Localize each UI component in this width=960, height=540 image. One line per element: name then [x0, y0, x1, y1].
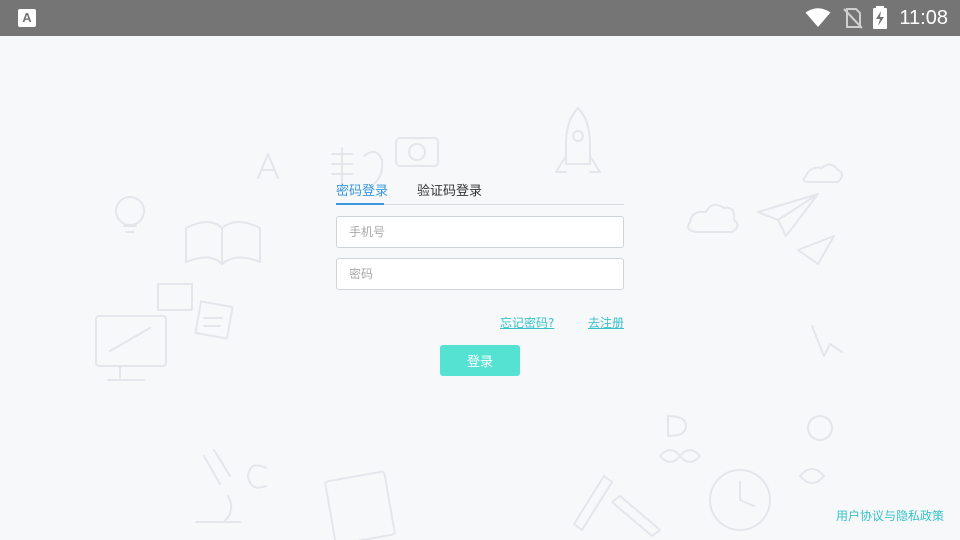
- infinity-doodle-icon: [659, 449, 701, 463]
- cloud-doodle-icon-2: [802, 163, 843, 183]
- clock-doodle-icon: [709, 469, 771, 531]
- paper-plane-doodle-icon: [757, 193, 835, 265]
- letter-d-doodle-icon: [667, 415, 687, 437]
- tab-code-login[interactable]: 验证码登录: [417, 180, 482, 199]
- lightbulb-doodle-icon: [115, 196, 145, 233]
- login-panel: 密码登录 验证码登录 忘记密码? 去注册 登录: [336, 172, 624, 376]
- camera-doodle-icon: [395, 137, 439, 167]
- status-icons: 11:08: [805, 0, 948, 36]
- status-clock: 11:08: [899, 6, 948, 29]
- notes-doodle-icon: [157, 283, 234, 340]
- forgot-password-link[interactable]: 忘记密码?: [500, 314, 554, 331]
- password-input[interactable]: [337, 259, 623, 289]
- wifi-icon: [805, 8, 831, 27]
- rocket-doodle-icon: [555, 107, 601, 173]
- cursor-doodle-icon: [811, 325, 843, 357]
- no-sim-icon: [843, 8, 864, 29]
- status-bar: A 11:08: [0, 0, 960, 36]
- login-tabs: 密码登录 验证码登录: [336, 172, 624, 205]
- book-doodle-icon: [185, 221, 261, 265]
- login-button[interactable]: 登录: [440, 345, 520, 376]
- pencil-doodle-icon: [573, 475, 661, 537]
- active-tab-indicator: [336, 203, 384, 205]
- phone-input[interactable]: [337, 217, 623, 247]
- cloud-doodle-icon: [687, 203, 739, 233]
- letter-a-doodle-icon: [257, 153, 279, 179]
- gear-doodle-icon: [807, 415, 833, 441]
- clipboard-doodle-icon: [324, 470, 396, 540]
- register-link[interactable]: 去注册: [588, 314, 624, 331]
- microscope-doodle-icon: [195, 449, 241, 523]
- pin-doodle-icon: [799, 468, 825, 484]
- tab-password-login[interactable]: 密码登录: [336, 180, 388, 199]
- app-notification-icon: A: [18, 9, 36, 27]
- app-badge-letter: A: [22, 10, 32, 25]
- password-field: [336, 258, 624, 290]
- phone-field: [336, 216, 624, 248]
- monitor-doodle-icon: [95, 315, 167, 381]
- letter-c-doodle-icon: [247, 464, 267, 489]
- battery-charging-icon: [873, 6, 888, 29]
- user-agreement-privacy-link[interactable]: 用户协议与隐私政策: [836, 507, 944, 524]
